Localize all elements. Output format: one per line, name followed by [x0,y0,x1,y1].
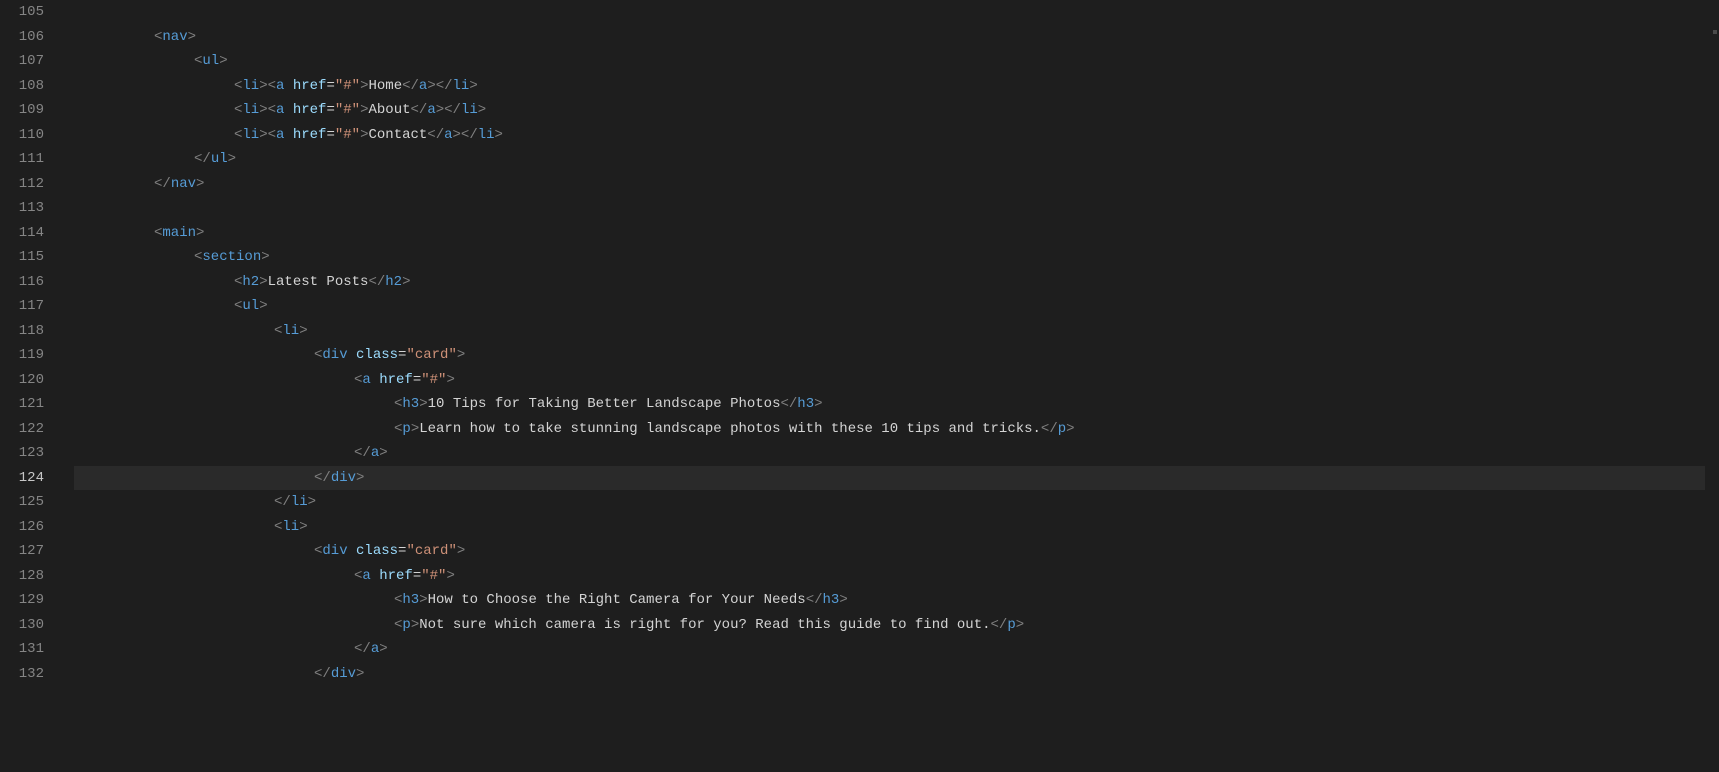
code-line[interactable]: <li><a href="#">Home</a></li> [74,74,1719,99]
code-line[interactable]: </nav> [74,172,1719,197]
line-number: 128 [8,564,44,589]
code-line[interactable]: <p>Not sure which camera is right for yo… [74,613,1719,638]
code-line[interactable] [74,0,1719,25]
code-line[interactable]: <div class="card"> [74,343,1719,368]
line-number: 130 [8,613,44,638]
code-line[interactable]: </li> [74,490,1719,515]
code-line[interactable]: <ul> [74,49,1719,74]
line-number-gutter[interactable]: 1051061071081091101111121131141151161171… [0,0,62,772]
line-number: 122 [8,417,44,442]
line-number: 109 [8,98,44,123]
line-number: 118 [8,319,44,344]
code-line[interactable]: <li> [74,515,1719,540]
code-line[interactable]: <li><a href="#">About</a></li> [74,98,1719,123]
line-number: 132 [8,662,44,687]
line-number: 127 [8,539,44,564]
code-line[interactable]: <h3>How to Choose the Right Camera for Y… [74,588,1719,613]
code-editor: 1051061071081091101111121131141151161171… [0,0,1719,772]
line-number: 121 [8,392,44,417]
code-line[interactable]: <ul> [74,294,1719,319]
code-area[interactable]: <nav><ul><li><a href="#">Home</a></li><l… [62,0,1719,772]
line-number: 124 [8,466,44,491]
line-number: 117 [8,294,44,319]
line-number: 110 [8,123,44,148]
code-line[interactable]: <h2>Latest Posts</h2> [74,270,1719,295]
line-number: 114 [8,221,44,246]
line-number: 105 [8,0,44,25]
line-number: 115 [8,245,44,270]
code-line[interactable]: <li> [74,319,1719,344]
code-line[interactable]: </div> [74,466,1719,491]
line-number: 113 [8,196,44,221]
line-number: 123 [8,441,44,466]
code-line[interactable]: <a href="#"> [74,564,1719,589]
vertical-scrollbar[interactable] [1705,0,1719,772]
code-line[interactable]: </a> [74,637,1719,662]
line-number: 111 [8,147,44,172]
code-line[interactable]: <div class="card"> [74,539,1719,564]
line-number: 119 [8,343,44,368]
code-line[interactable]: <section> [74,245,1719,270]
code-line[interactable] [74,196,1719,221]
code-line[interactable]: </ul> [74,147,1719,172]
code-line[interactable]: <a href="#"> [74,368,1719,393]
line-number: 107 [8,49,44,74]
code-line[interactable]: </div> [74,662,1719,687]
line-number: 120 [8,368,44,393]
line-number: 116 [8,270,44,295]
code-line[interactable]: <h3>10 Tips for Taking Better Landscape … [74,392,1719,417]
code-line[interactable]: <nav> [74,25,1719,50]
code-line[interactable]: <li><a href="#">Contact</a></li> [74,123,1719,148]
code-line[interactable]: <p>Learn how to take stunning landscape … [74,417,1719,442]
line-number: 125 [8,490,44,515]
line-number: 106 [8,25,44,50]
line-number: 129 [8,588,44,613]
line-number: 112 [8,172,44,197]
line-number: 126 [8,515,44,540]
code-line[interactable]: <main> [74,221,1719,246]
code-line[interactable]: </a> [74,441,1719,466]
line-number: 108 [8,74,44,99]
scroll-marker [1713,30,1717,34]
line-number: 131 [8,637,44,662]
